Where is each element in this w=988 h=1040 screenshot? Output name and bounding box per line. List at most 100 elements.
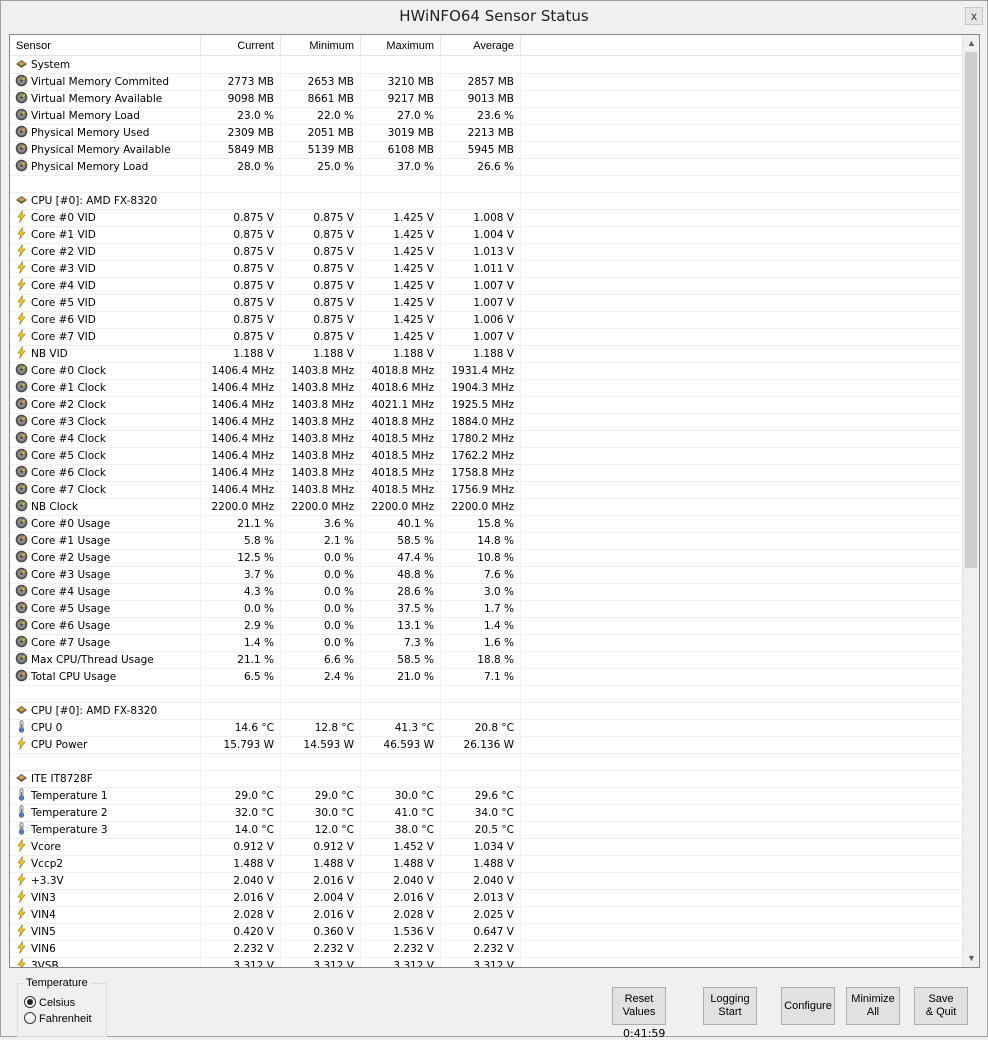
scroll-up-icon[interactable]: ▲ (963, 35, 979, 52)
table-row[interactable]: Core #4 VID 0.875 V 0.875 V 1.425 V 1.007 V (10, 278, 962, 295)
table-row[interactable]: Core #0 VID 0.875 V 0.875 V 1.425 V 1.008 V (10, 210, 962, 227)
table-row[interactable]: Physical Memory Load 28.0 % 25.0 % 37.0 % 26… (10, 159, 962, 176)
voltage-icon (17, 278, 26, 291)
column-header-sensor[interactable]: Sensor (10, 35, 201, 56)
sensor-name: Physical Memory Used (31, 127, 150, 139)
table-row[interactable]: NB VID 1.188 V 1.188 V 1.188 V 1.188 V (10, 346, 962, 363)
column-header-minimum[interactable]: Minimum (281, 35, 361, 56)
sensor-name-cell: Max CPU/Thread Usage (10, 652, 201, 669)
average-value-cell (441, 754, 521, 771)
table-row[interactable]: 3VSB 3.312 V 3.312 V 3.312 V 3.312 V (10, 958, 962, 967)
scroll-thumb[interactable] (965, 52, 977, 568)
table-row[interactable]: Total CPU Usage 6.5 % 2.4 % 21.0 % 7.1 % (10, 669, 962, 686)
reset-values-button[interactable]: Reset Values (612, 987, 666, 1025)
table-row[interactable]: Virtual Memory Commited 2773 MB 2653 MB 321… (10, 74, 962, 91)
maximum-value-cell: 4018.5 MHz (361, 431, 441, 448)
table-row[interactable]: Core #6 VID 0.875 V 0.875 V 1.425 V 1.006 V (10, 312, 962, 329)
table-row[interactable]: Core #3 Clock 1406.4 MHz 1403.8 MHz 4018.8 … (10, 414, 962, 431)
fahrenheit-radio[interactable]: Fahrenheit (24, 1012, 92, 1025)
table-row[interactable]: Core #3 Usage 3.7 % 0.0 % 48.8 % 7.6 % (10, 567, 962, 584)
table-row[interactable]: VIN6 2.232 V 2.232 V 2.232 V 2.232 V (10, 941, 962, 958)
vertical-scrollbar[interactable]: ▲ ▼ (962, 35, 979, 967)
table-row[interactable]: VIN5 0.420 V 0.360 V 1.536 V 0.647 V (10, 924, 962, 941)
table-row[interactable]: Vccp2 1.488 V 1.488 V 1.488 V 1.488 V (10, 856, 962, 873)
sensor-group-row[interactable]: ITE IT8728F (10, 771, 962, 788)
gauge-icon (15, 108, 28, 121)
table-row[interactable]: Core #6 Usage 2.9 % 0.0 % 13.1 % 1.4 % (10, 618, 962, 635)
logging-start-button[interactable]: Logging Start (703, 987, 757, 1025)
table-row[interactable]: +3.3V 2.040 V 2.016 V 2.040 V 2.040 V (10, 873, 962, 890)
sensor-name-cell: Core #1 VID (10, 227, 201, 244)
minimum-value-cell: 2.016 V (281, 873, 361, 890)
table-row[interactable]: Physical Memory Available 5849 MB 5139 MB 6… (10, 142, 962, 159)
table-row[interactable]: Temperature 1 29.0 °C 29.0 °C 30.0 °C 29.6 °… (10, 788, 962, 805)
current-value-cell: 9098 MB (201, 91, 281, 108)
current-value-cell: 2.9 % (201, 618, 281, 635)
celsius-radio[interactable]: Celsius (24, 996, 75, 1009)
table-row[interactable]: Core #3 VID 0.875 V 0.875 V 1.425 V 1.011 V (10, 261, 962, 278)
table-row[interactable]: VIN3 2.016 V 2.004 V 2.016 V 2.013 V (10, 890, 962, 907)
table-row[interactable]: Core #0 Clock 1406.4 MHz 1403.8 MHz 4018.8 … (10, 363, 962, 380)
sensor-group-row[interactable]: CPU [#0]: AMD FX-8320 (10, 193, 962, 210)
table-row[interactable]: Core #6 Clock 1406.4 MHz 1403.8 MHz 4018.5 … (10, 465, 962, 482)
gauge-icon (15, 499, 28, 512)
table-row[interactable]: Virtual Memory Available 9098 MB 8661 MB 92… (10, 91, 962, 108)
gauge-icon (15, 74, 28, 87)
column-header-current[interactable]: Current (201, 35, 281, 56)
table-row[interactable]: Core #5 VID 0.875 V 0.875 V 1.425 V 1.007 V (10, 295, 962, 312)
gauge-icon (15, 380, 28, 393)
table-row[interactable]: CPU 0 14.6 °C 12.8 °C 41.3 °C 20.8 °C (10, 720, 962, 737)
sensor-group-row[interactable]: System (10, 57, 962, 74)
table-row[interactable]: Core #1 Clock 1406.4 MHz 1403.8 MHz 4018.6 … (10, 380, 962, 397)
close-button[interactable]: x (965, 7, 983, 25)
table-row[interactable]: Temperature 3 14.0 °C 12.0 °C 38.0 °C 20.5 °… (10, 822, 962, 839)
table-row[interactable]: Core #0 Usage 21.1 % 3.6 % 40.1 % 15.8 % (10, 516, 962, 533)
average-value-cell: 2.025 V (441, 907, 521, 924)
save-quit-button[interactable]: Save & Quit (914, 987, 968, 1025)
table-row[interactable]: Physical Memory Used 2309 MB 2051 MB 3019 M… (10, 125, 962, 142)
table-row[interactable]: Core #2 Usage 12.5 % 0.0 % 47.4 % 10.8 % (10, 550, 962, 567)
chip-icon (16, 196, 27, 204)
sensor-name: Core #0 Usage (31, 518, 111, 530)
table-row[interactable]: Core #7 VID 0.875 V 0.875 V 1.425 V 1.007 V (10, 329, 962, 346)
gauge-icon (15, 431, 28, 444)
maximum-value-cell: 4018.5 MHz (361, 482, 441, 499)
average-value-cell: 1904.3 MHz (441, 380, 521, 397)
column-header-average[interactable]: Average (441, 35, 521, 56)
table-row[interactable]: Core #1 VID 0.875 V 0.875 V 1.425 V 1.004 V (10, 227, 962, 244)
column-header-maximum[interactable]: Maximum (361, 35, 441, 56)
table-row[interactable]: Virtual Memory Load 23.0 % 22.0 % 27.0 % 23.… (10, 108, 962, 125)
table-row[interactable]: Core #4 Usage 4.3 % 0.0 % 28.6 % 3.0 % (10, 584, 962, 601)
configure-button[interactable]: Configure (781, 987, 835, 1025)
radio-selected-icon[interactable] (24, 996, 36, 1008)
table-row[interactable]: Core #2 VID 0.875 V 0.875 V 1.425 V 1.013 V (10, 244, 962, 261)
table-row[interactable]: Temperature 2 32.0 °C 30.0 °C 41.0 °C 34.0 °… (10, 805, 962, 822)
table-row[interactable]: Core #4 Clock 1406.4 MHz 1403.8 MHz 4018.5 … (10, 431, 962, 448)
scroll-down-icon[interactable]: ▼ (963, 950, 979, 967)
current-value-cell: 5.8 % (201, 533, 281, 550)
table-row[interactable]: Core #2 Clock 1406.4 MHz 1403.8 MHz 4021.1 … (10, 397, 962, 414)
radio-unselected-icon[interactable] (24, 1012, 36, 1024)
table-row[interactable]: Core #5 Clock 1406.4 MHz 1403.8 MHz 4018.5 … (10, 448, 962, 465)
maximum-value-cell: 1.425 V (361, 312, 441, 329)
minimum-value-cell: 1403.8 MHz (281, 397, 361, 414)
average-value-cell (441, 686, 521, 703)
maximum-value-cell (361, 176, 441, 193)
table-row[interactable]: NB Clock 2200.0 MHz 2200.0 MHz 2200.0 MHz 22… (10, 499, 962, 516)
table-row[interactable]: Core #7 Usage 1.4 % 0.0 % 7.3 % 1.6 % (10, 635, 962, 652)
table-row[interactable]: CPU Power 15.793 W 14.593 W 46.593 W 26.136 … (10, 737, 962, 754)
elapsed-timer: 0:41:59 (623, 1027, 666, 1040)
table-row[interactable]: Max CPU/Thread Usage 21.1 % 6.6 % 58.5 % 18.… (10, 652, 962, 669)
minimize-all-button[interactable]: Minimize All (846, 987, 900, 1025)
sensor-group-row[interactable]: CPU [#0]: AMD FX-8320 (10, 703, 962, 720)
maximum-value-cell: 3.312 V (361, 958, 441, 967)
current-value-cell: 6.5 % (201, 669, 281, 686)
table-row[interactable]: Vcore 0.912 V 0.912 V 1.452 V 1.034 V (10, 839, 962, 856)
current-value-cell: 2.040 V (201, 873, 281, 890)
table-row[interactable]: Core #5 Usage 0.0 % 0.0 % 37.5 % 1.7 % (10, 601, 962, 618)
table-row[interactable]: VIN4 2.028 V 2.016 V 2.028 V 2.025 V (10, 907, 962, 924)
sensor-name-cell: 3VSB (10, 958, 201, 967)
current-value-cell: 2.016 V (201, 890, 281, 907)
table-row[interactable]: Core #7 Clock 1406.4 MHz 1403.8 MHz 4018.5 … (10, 482, 962, 499)
table-row[interactable]: Core #1 Usage 5.8 % 2.1 % 58.5 % 14.8 % (10, 533, 962, 550)
